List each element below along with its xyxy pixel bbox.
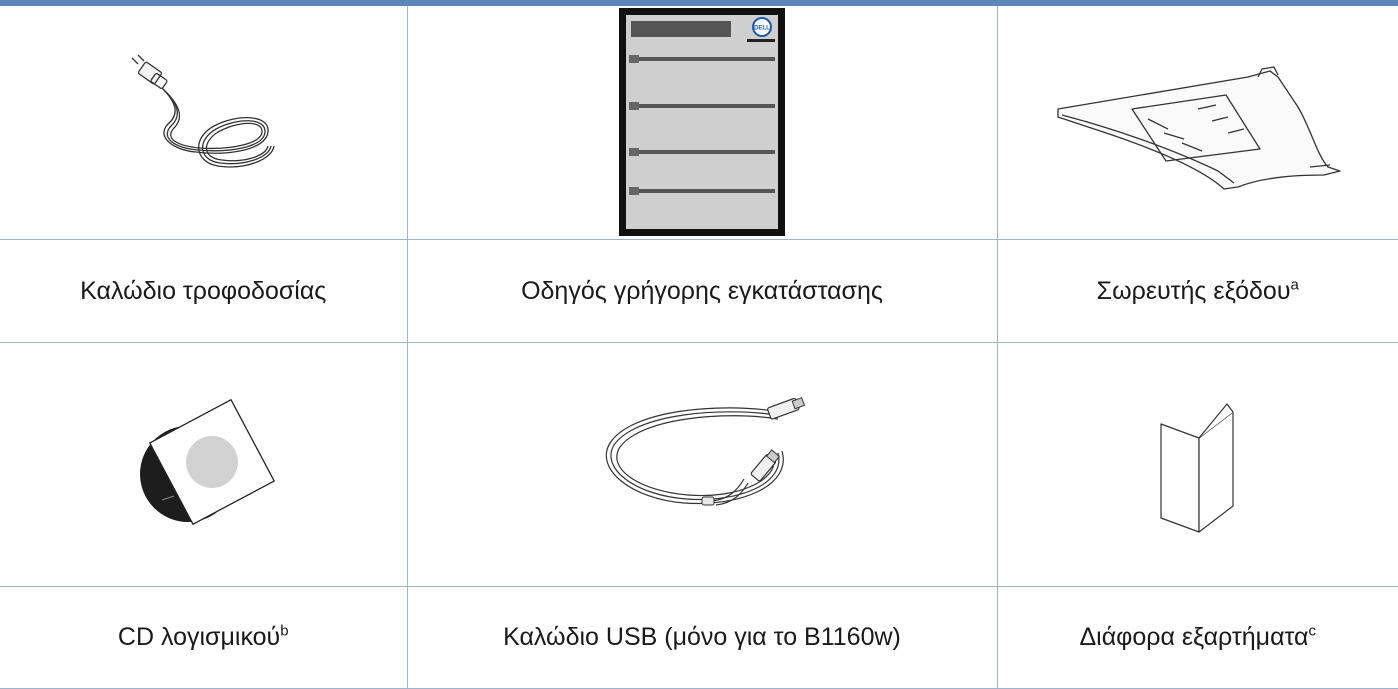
software-cd-icon xyxy=(140,398,276,526)
misc-parts-booklet-icon xyxy=(1160,403,1234,533)
software-cd-label-cell: CD λογισμικούb xyxy=(0,585,408,689)
footnote-marker-a: a xyxy=(1290,276,1299,294)
output-stacker-cell xyxy=(996,6,1398,240)
power-cable-label: Καλώδιο τροφοδοσίας xyxy=(80,276,327,305)
footnote-marker-c: c xyxy=(1308,622,1317,640)
footnote-marker-b: b xyxy=(280,622,289,640)
usb-cable-label-cell: Καλώδιο USB (μόνο για το B1160w) xyxy=(406,585,998,689)
misc-parts-cell xyxy=(996,341,1398,587)
misc-parts-label: Διάφορα εξαρτήματα xyxy=(1079,623,1309,651)
usb-cable-label: Καλώδιο USB (μόνο για το B1160w) xyxy=(503,623,901,651)
quick-install-guide-label: Οδηγός γρήγορης εγκατάστασης xyxy=(521,276,883,305)
software-cd-label: CD λογισμικού xyxy=(117,623,281,651)
output-stacker-label: Σωρευτής εξόδου xyxy=(1096,276,1291,305)
label-row-2: CD λογισμικούb Καλώδιο USB (μόνο για το … xyxy=(0,585,1398,689)
power-cable-label-cell: Καλώδιο τροφοδοσίας xyxy=(0,238,408,343)
quick-install-guide-cell: DELL xyxy=(406,6,998,240)
dell-logo-text: DELL xyxy=(754,26,770,32)
output-stacker-label-cell: Σωρευτής εξόδουa xyxy=(996,238,1398,343)
power-cable-icon xyxy=(131,54,275,168)
quick-install-guide-label-cell: Οδηγός γρήγορης εγκατάστασης xyxy=(406,238,998,343)
software-cd-cell xyxy=(0,341,408,587)
usb-cable-icon xyxy=(605,397,806,506)
package-contents-table: DELL Καλώδιο τροφοδοσίας Οδηγός γρήγορης… xyxy=(0,6,1398,689)
quick-install-guide-icon: DELL xyxy=(619,8,785,237)
image-row-1: DELL xyxy=(0,6,1398,240)
misc-parts-label-cell: Διάφορα εξαρτήματαc xyxy=(996,585,1398,689)
image-row-2 xyxy=(0,341,1398,587)
usb-cable-cell xyxy=(406,341,998,587)
output-stacker-icon xyxy=(1057,66,1341,190)
power-cable-cell xyxy=(0,6,408,240)
label-row-1: Καλώδιο τροφοδοσίας Οδηγός γρήγορης εγκα… xyxy=(0,238,1398,343)
